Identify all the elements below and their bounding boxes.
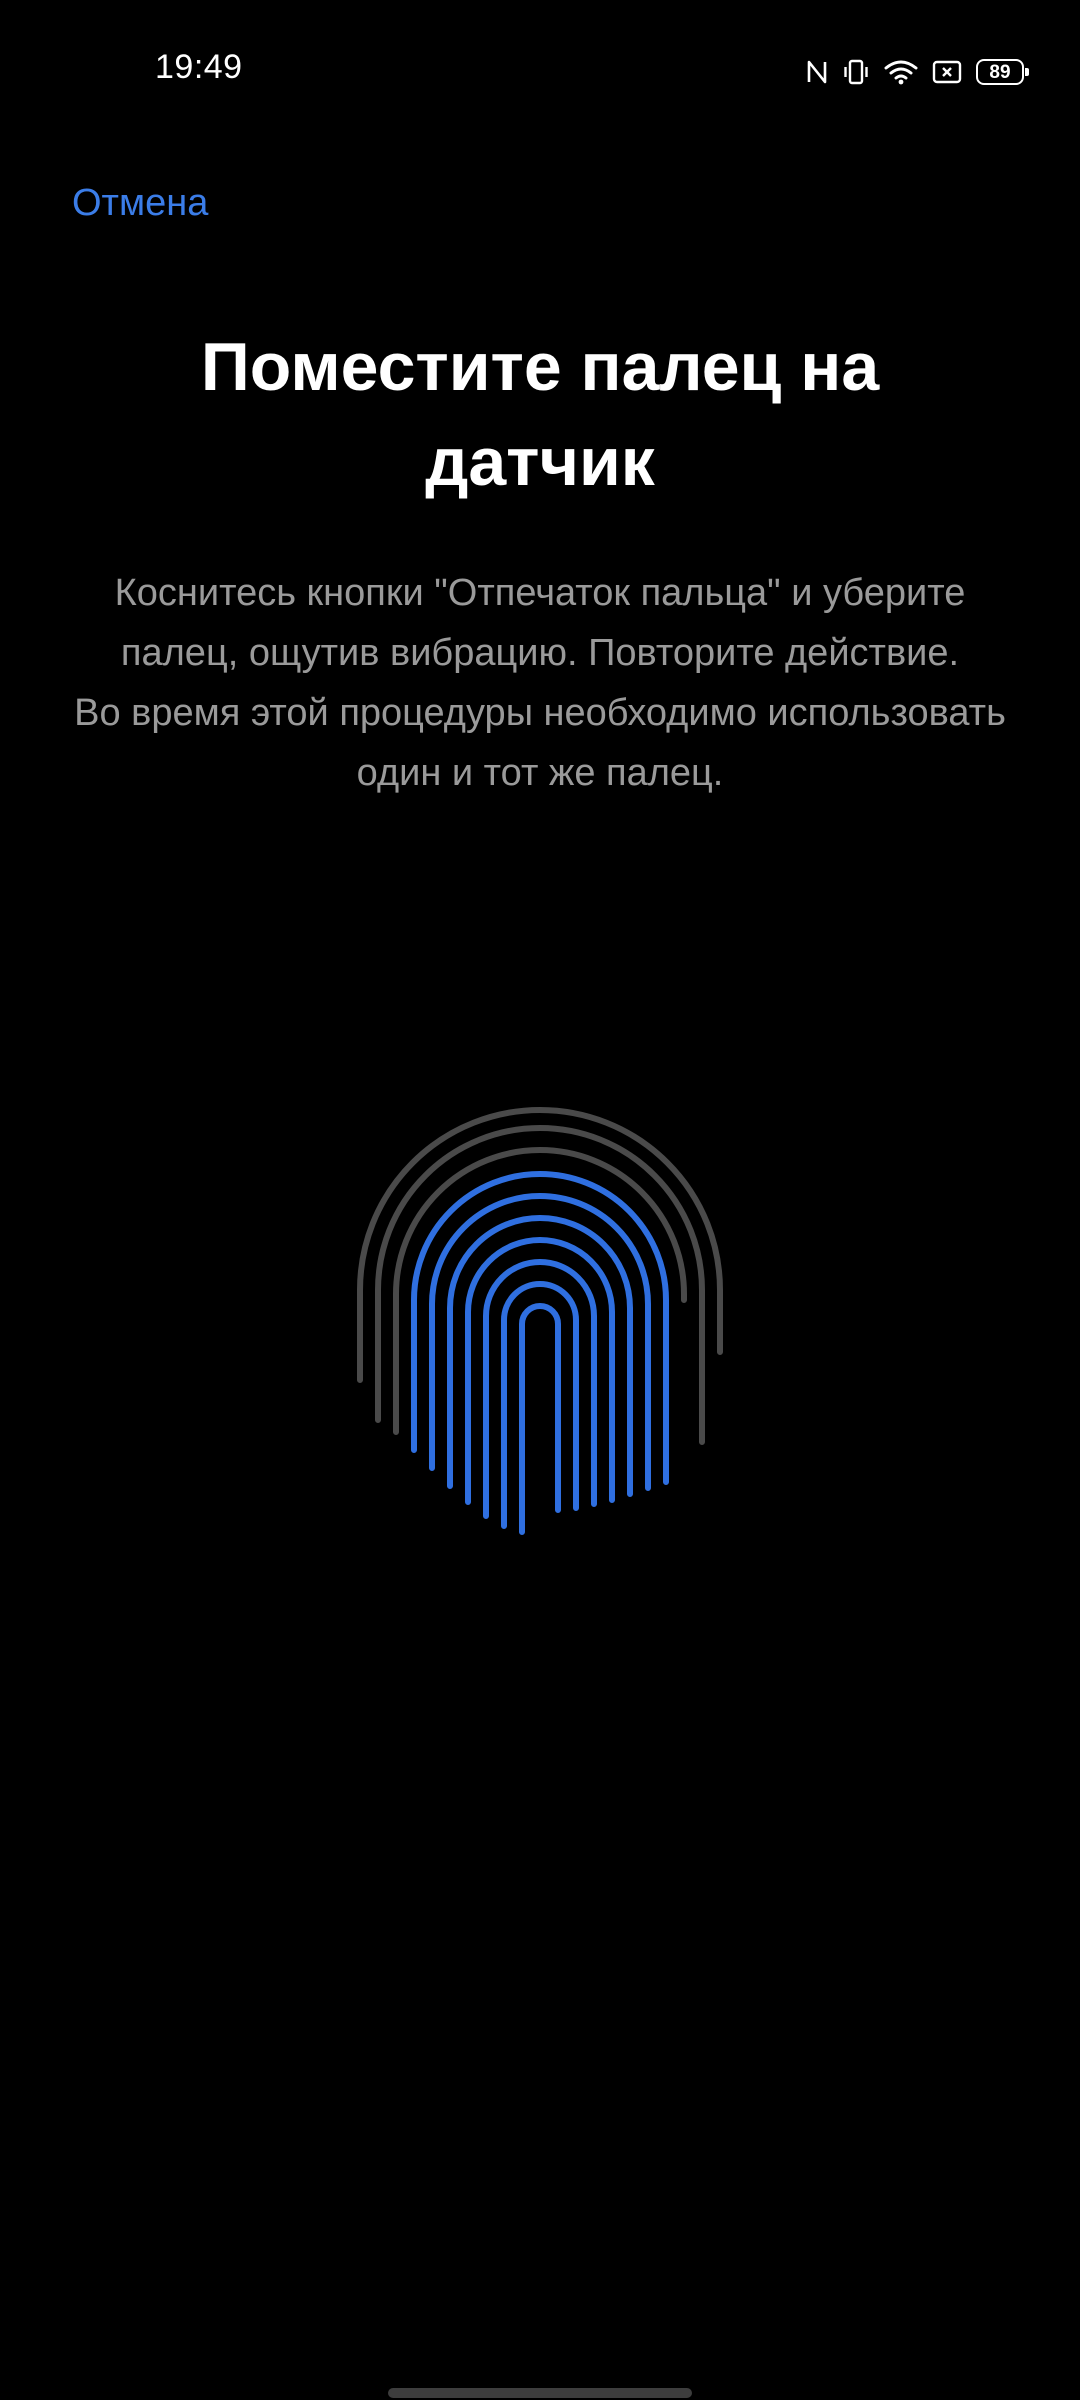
nfc-icon [806, 59, 828, 85]
battery-icon: 89 [976, 59, 1029, 85]
cancel-button[interactable]: Отмена [72, 182, 208, 225]
fingerprint-icon [357, 1107, 723, 1535]
wifi-icon [884, 59, 918, 85]
page-title: Поместите палец на датчик [200, 329, 880, 500]
home-indicator[interactable] [388, 2388, 692, 2398]
instruction-text-1: Коснитесь кнопки "Отпечаток пальца" и уб… [114, 572, 966, 674]
status-icons: 89 [806, 52, 1029, 92]
data-saver-icon [932, 59, 962, 85]
status-time: 19:49 [155, 48, 243, 86]
status-bar: 19:49 89 [0, 0, 1080, 140]
vibrate-icon [842, 58, 870, 86]
instruction-text-2: Во время этой процедуры необходимо испол… [74, 692, 1006, 794]
battery-level: 89 [989, 61, 1011, 83]
instructions: Коснитесь кнопки "Отпечаток пальца" и уб… [60, 563, 1020, 803]
